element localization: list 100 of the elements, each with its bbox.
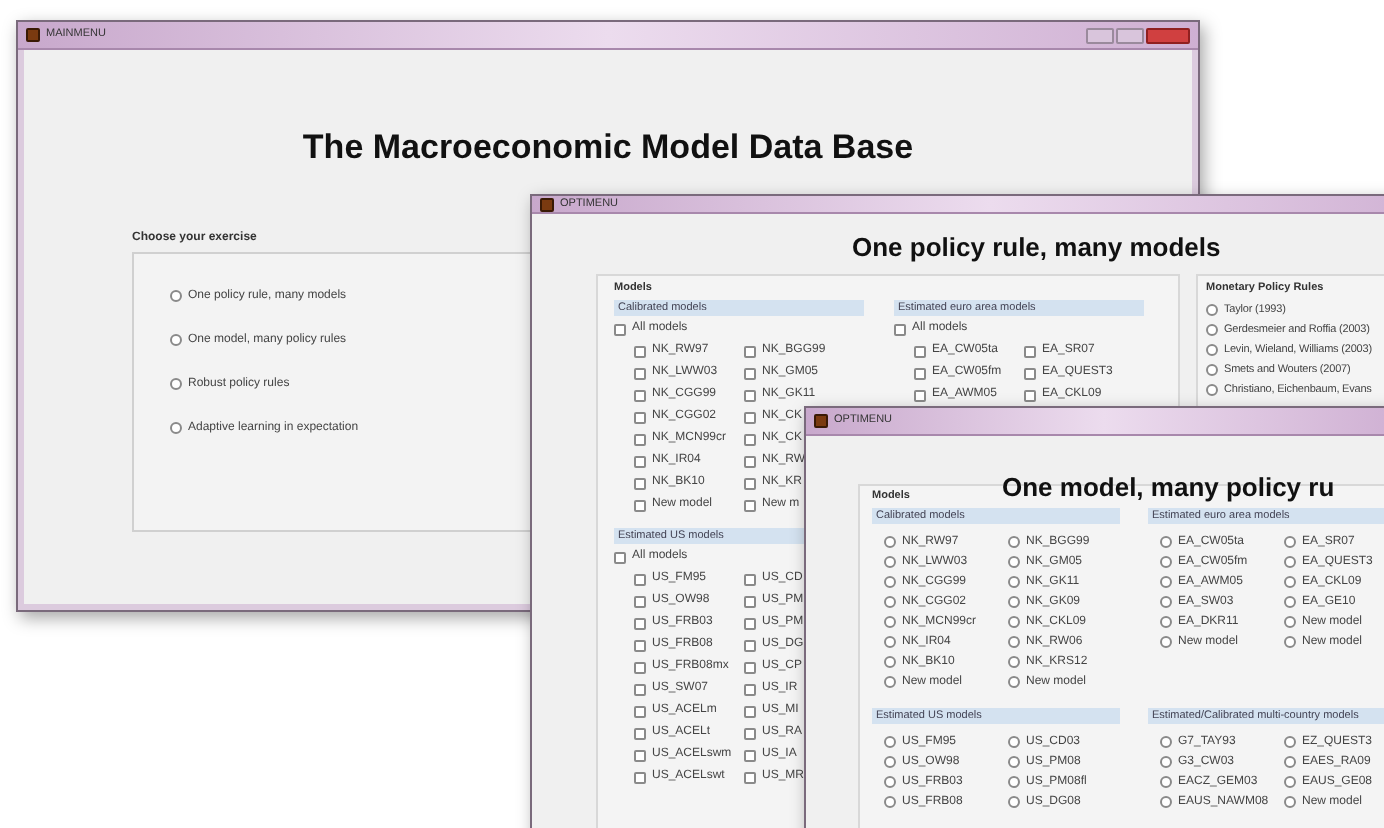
- checkbox[interactable]: [744, 389, 756, 401]
- checkbox[interactable]: [914, 367, 926, 379]
- checkbox[interactable]: [744, 433, 756, 445]
- minimize-button[interactable]: [1086, 27, 1114, 43]
- checkbox[interactable]: [744, 749, 756, 761]
- radio-button[interactable]: [1008, 776, 1020, 789]
- checkbox[interactable]: [744, 705, 756, 717]
- radio-button[interactable]: [1206, 324, 1218, 336]
- radio-button[interactable]: [884, 676, 896, 689]
- checkbox[interactable]: [614, 323, 626, 335]
- checkbox[interactable]: [634, 749, 646, 761]
- radio-button[interactable]: [1160, 796, 1172, 809]
- checkbox[interactable]: [614, 551, 626, 563]
- checkbox[interactable]: [744, 771, 756, 783]
- radio-button[interactable]: [884, 776, 896, 789]
- radio-button[interactable]: [1284, 596, 1296, 609]
- radio-button[interactable]: [884, 576, 896, 589]
- checkbox[interactable]: [744, 499, 756, 511]
- radio-button[interactable]: [1284, 776, 1296, 789]
- checkbox[interactable]: [1024, 345, 1036, 357]
- radio-button[interactable]: [1160, 576, 1172, 589]
- radio-button[interactable]: [1008, 796, 1020, 809]
- radio-button[interactable]: [884, 736, 896, 749]
- radio-button[interactable]: [884, 636, 896, 649]
- checkbox[interactable]: [744, 367, 756, 379]
- checkbox[interactable]: [744, 411, 756, 423]
- radio-button[interactable]: [884, 796, 896, 809]
- radio-button[interactable]: [884, 536, 896, 549]
- radio-button[interactable]: [170, 290, 182, 302]
- radio-button[interactable]: [1206, 304, 1218, 316]
- checkbox[interactable]: [634, 617, 646, 629]
- checkbox[interactable]: [744, 727, 756, 739]
- radio-button[interactable]: [1160, 616, 1172, 629]
- radio-button[interactable]: [1206, 384, 1218, 396]
- radio-button[interactable]: [1284, 616, 1296, 629]
- radio-button[interactable]: [1008, 736, 1020, 749]
- checkbox[interactable]: [1024, 367, 1036, 379]
- checkbox[interactable]: [634, 411, 646, 423]
- checkbox[interactable]: [634, 661, 646, 673]
- radio-button[interactable]: [884, 756, 896, 769]
- checkbox[interactable]: [744, 455, 756, 467]
- radio-button[interactable]: [1008, 636, 1020, 649]
- checkbox[interactable]: [634, 455, 646, 467]
- checkbox[interactable]: [744, 477, 756, 489]
- radio-button[interactable]: [1160, 636, 1172, 649]
- checkbox[interactable]: [744, 639, 756, 651]
- radio-button[interactable]: [1160, 596, 1172, 609]
- close-button[interactable]: [1146, 27, 1190, 43]
- checkbox[interactable]: [634, 705, 646, 717]
- checkbox[interactable]: [634, 639, 646, 651]
- checkbox[interactable]: [634, 771, 646, 783]
- checkbox[interactable]: [634, 573, 646, 585]
- radio-button[interactable]: [170, 422, 182, 434]
- checkbox[interactable]: [744, 345, 756, 357]
- radio-button[interactable]: [884, 616, 896, 629]
- checkbox[interactable]: [634, 477, 646, 489]
- radio-button[interactable]: [1284, 556, 1296, 569]
- radio-button[interactable]: [1008, 656, 1020, 669]
- radio-button[interactable]: [1160, 556, 1172, 569]
- radio-button[interactable]: [170, 334, 182, 346]
- radio-button[interactable]: [1284, 756, 1296, 769]
- radio-button[interactable]: [1160, 736, 1172, 749]
- radio-button[interactable]: [1284, 536, 1296, 549]
- radio-button[interactable]: [1008, 596, 1020, 609]
- radio-button[interactable]: [1284, 736, 1296, 749]
- checkbox[interactable]: [634, 683, 646, 695]
- radio-button[interactable]: [1206, 344, 1218, 356]
- checkbox[interactable]: [634, 595, 646, 607]
- checkbox[interactable]: [744, 661, 756, 673]
- checkbox[interactable]: [914, 389, 926, 401]
- maximize-button[interactable]: [1116, 27, 1144, 43]
- checkbox[interactable]: [744, 573, 756, 585]
- checkbox[interactable]: [1024, 389, 1036, 401]
- checkbox[interactable]: [744, 617, 756, 629]
- radio-button[interactable]: [884, 596, 896, 609]
- radio-button[interactable]: [1284, 636, 1296, 649]
- checkbox[interactable]: [634, 727, 646, 739]
- radio-button[interactable]: [1160, 536, 1172, 549]
- radio-button[interactable]: [1160, 756, 1172, 769]
- checkbox[interactable]: [634, 433, 646, 445]
- radio-button[interactable]: [170, 378, 182, 390]
- checkbox[interactable]: [634, 389, 646, 401]
- radio-button[interactable]: [1160, 776, 1172, 789]
- checkbox[interactable]: [894, 323, 906, 335]
- checkbox[interactable]: [744, 595, 756, 607]
- radio-button[interactable]: [1008, 536, 1020, 549]
- radio-button[interactable]: [1284, 796, 1296, 809]
- radio-button[interactable]: [1008, 676, 1020, 689]
- radio-button[interactable]: [1008, 556, 1020, 569]
- checkbox[interactable]: [634, 367, 646, 379]
- checkbox[interactable]: [744, 683, 756, 695]
- radio-button[interactable]: [884, 556, 896, 569]
- radio-button[interactable]: [1008, 616, 1020, 629]
- radio-button[interactable]: [1206, 364, 1218, 376]
- radio-button[interactable]: [1284, 576, 1296, 589]
- checkbox[interactable]: [634, 499, 646, 511]
- radio-button[interactable]: [1008, 576, 1020, 589]
- radio-button[interactable]: [1008, 756, 1020, 769]
- checkbox[interactable]: [914, 345, 926, 357]
- checkbox[interactable]: [634, 345, 646, 357]
